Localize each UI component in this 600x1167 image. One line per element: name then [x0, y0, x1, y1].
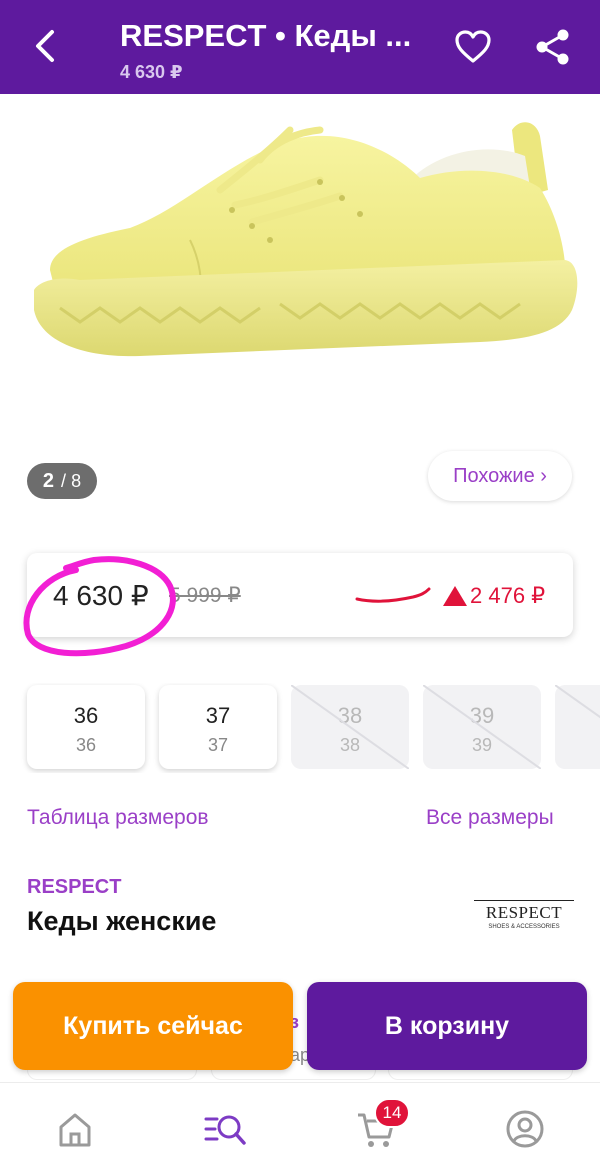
profile-icon[interactable] [503, 1107, 547, 1151]
similar-button[interactable]: Похожие › [428, 451, 572, 501]
size-option[interactable]: 37 37 [159, 685, 277, 769]
app-bar: RESPECT • Кеды ... 4 630 ₽ [0, 0, 600, 94]
brand-logo[interactable]: RESPECT SHOES & ACCESSORIES [474, 900, 574, 938]
price-up-triangle-icon [443, 586, 467, 606]
bottom-navigation [0, 1082, 600, 1167]
size-option[interactable]: 36 36 [27, 685, 145, 769]
home-icon[interactable] [53, 1107, 97, 1151]
size-table-link[interactable]: Таблица размеров [27, 806, 209, 830]
page-title: RESPECT • Кеды ... [120, 18, 412, 53]
gallery-current: 2 [42, 469, 55, 492]
size-ru: 37 [207, 735, 229, 755]
size-selector: 36 36 37 37 38 38 39 39 [0, 683, 600, 773]
cart-count-badge: 14 [374, 1098, 410, 1128]
price-change: 2 476 ₽ [470, 583, 546, 608]
favorite-heart-icon[interactable] [452, 26, 494, 68]
buy-now-button[interactable]: Купить сейчас [13, 982, 293, 1070]
header-price: 4 630 ₽ [120, 62, 183, 82]
gallery-counter: 2 / 8 [27, 463, 97, 499]
brand-link[interactable]: RESPECT [27, 876, 121, 899]
unavailable-strike [291, 685, 409, 769]
brand-logo-word: RESPECT [474, 900, 574, 923]
size-eu: 37 [205, 703, 231, 728]
catalog-search-icon[interactable] [203, 1107, 247, 1151]
size-option-unavailable[interactable]: 39 39 [423, 685, 541, 769]
brand-logo-sub: SHOES & ACCESSORIES [488, 924, 560, 930]
unavailable-strike [423, 685, 541, 769]
all-sizes-link[interactable]: Все размеры [426, 806, 554, 830]
size-ru: 36 [75, 735, 97, 755]
back-arrow-icon[interactable] [26, 26, 66, 66]
gallery-total-value: 8 [71, 470, 82, 491]
share-icon[interactable] [532, 26, 574, 68]
hand-drawn-circle-annotation [23, 556, 176, 657]
price-trend-icon [355, 587, 431, 603]
size-option-unavailable[interactable]: 38 38 [291, 685, 409, 769]
gallery-total: / 8 [56, 470, 82, 491]
unavailable-strike [555, 685, 600, 719]
product-image[interactable] [20, 110, 580, 410]
size-option-unavailable[interactable] [555, 685, 600, 769]
add-to-cart-button[interactable]: В корзину [307, 982, 587, 1070]
product-name: Кеды женские [27, 906, 217, 936]
size-eu: 36 [73, 703, 99, 728]
